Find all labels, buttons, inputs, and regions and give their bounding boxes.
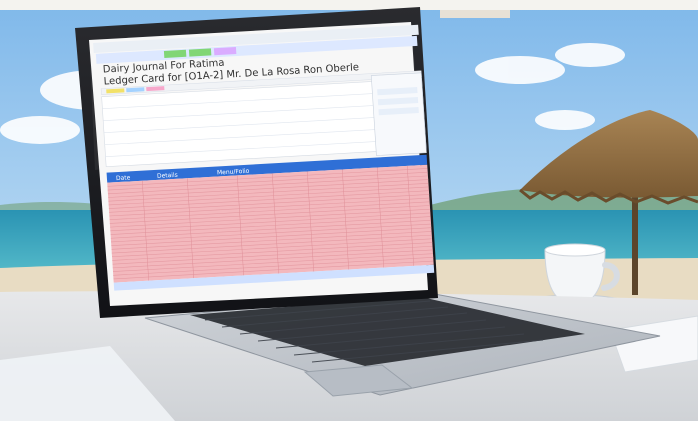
ceiling xyxy=(0,0,698,10)
col-details: Details xyxy=(157,172,178,180)
scene-svg: Dairy Journal For Ratima Ledger Card for… xyxy=(0,0,698,421)
col-date: Date xyxy=(116,174,131,182)
table-body xyxy=(107,164,434,283)
photo-scene: Dairy Journal For Ratima Ledger Card for… xyxy=(0,0,698,421)
